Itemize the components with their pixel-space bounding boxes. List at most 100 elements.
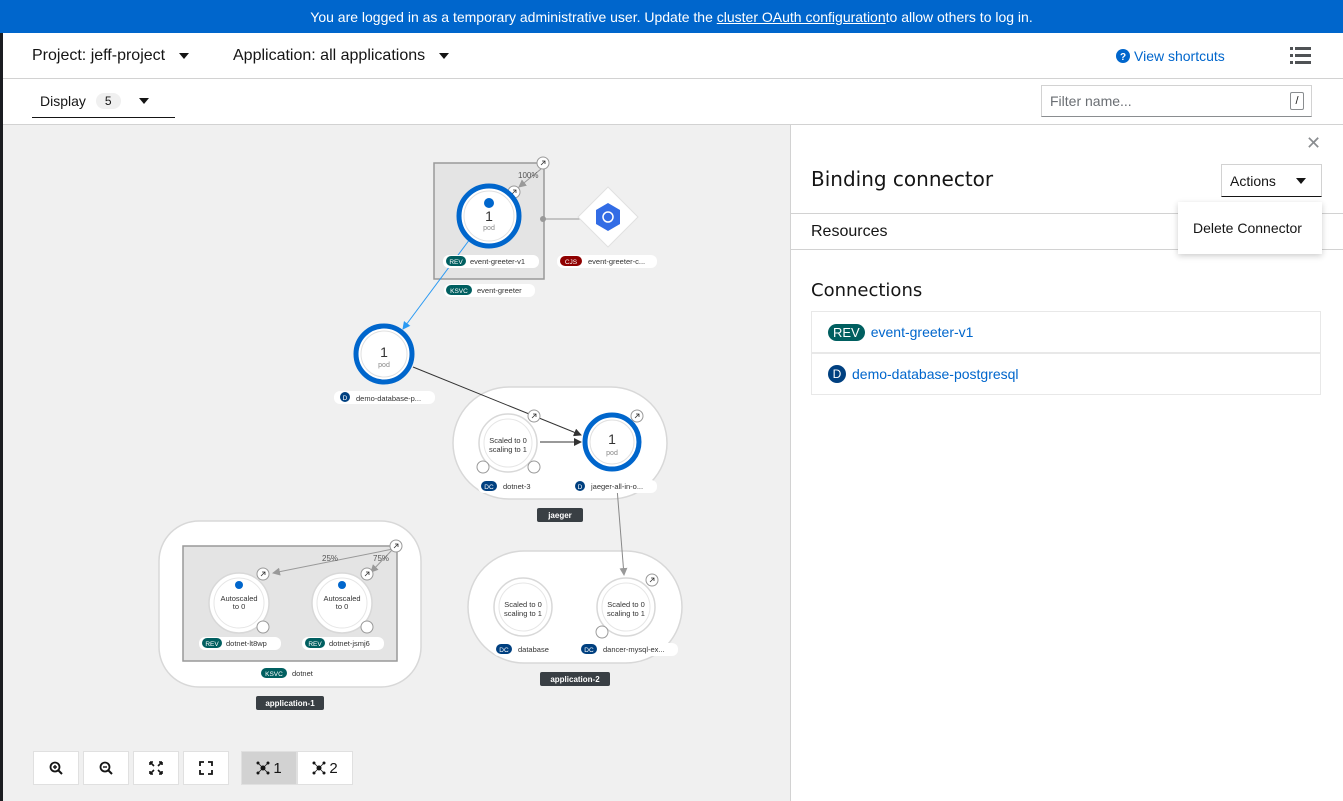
external-link-icon[interactable] [389,539,403,553]
topology-canvas[interactable]: jaeger application-1 application-2 100% … [3,125,790,801]
zoom-out-icon [99,761,113,775]
external-link-icon[interactable] [256,567,270,581]
expand-icon [199,761,213,775]
github-icon[interactable] [360,620,374,634]
greeter-ksvc-name: event-greeter [477,286,522,295]
dotnet3-badge: DC [484,484,494,491]
reset-view-button[interactable] [183,751,229,785]
tab-resources-label: Resources [811,222,888,240]
filter-name-input[interactable]: Filter name... / [1041,85,1312,117]
greeter-rev-name: event-greeter-v1 [470,257,525,266]
dancer-line2: scaling to 1 [607,609,645,618]
filter-placeholder: Filter name... [1050,93,1132,109]
display-label: Display [40,93,86,109]
hourglass-icon [476,460,490,474]
fit-to-screen-button[interactable] [133,751,179,785]
oauth-config-link[interactable]: cluster OAuth configuration [717,9,886,25]
banner-text-before: You are logged in as a temporary adminis… [310,8,713,25]
caret-down-icon [179,52,190,59]
project-label: Project: jeff-project [32,46,166,64]
list-view-icon[interactable] [1290,47,1311,64]
database-name: database [518,645,549,654]
connections-heading: Connections [811,280,923,301]
connection-row: D demo-database-postgresql [811,353,1321,395]
jaeger-badge: D [578,484,583,491]
layout-2-button[interactable]: 2 [297,751,353,785]
banner-text-after: to allow others to log in. [885,8,1033,25]
greeter-pod-count: 1 [485,208,493,224]
layout-1-label: 1 [273,759,282,777]
node-database[interactable]: Scaled to 0 scaling to 1 DC database [493,577,556,656]
greeter-ksvc-badge: KSVC [450,288,468,295]
knative-icon [484,198,494,208]
node-event-greeter-cronjob[interactable]: CJS event-greeter-c... [557,186,657,268]
traffic-label-100: 100% [518,171,538,180]
external-link-icon[interactable] [536,156,550,170]
layout-2-label: 2 [329,759,338,777]
knative-icon [338,581,346,589]
close-icon[interactable]: ✕ [1306,133,1321,154]
zoom-in-button[interactable] [33,751,79,785]
github-icon[interactable] [256,620,270,634]
db-pod-unit: pod [378,362,390,369]
deployment-badge: D [828,365,846,383]
github-icon[interactable] [527,460,541,474]
db-name: demo-database-p... [356,394,421,403]
display-count-badge: 5 [95,93,121,109]
caret-down-icon [1295,177,1306,184]
jaeger-pod-unit: pod [606,450,618,457]
layout-1-button[interactable]: 1 [241,751,297,785]
dotnet-ksvc-name: dotnet [292,669,314,678]
node-demo-database[interactable]: 1 pod D demo-database-p... [334,323,435,404]
help-circle-icon: ? [1116,48,1130,63]
jaeger-name: jaeger-all-in-o... [590,482,643,491]
external-link-icon[interactable] [527,409,541,423]
admin-banner: You are logged in as a temporary adminis… [0,0,1343,33]
project-dropdown[interactable]: Project: jeff-project [32,46,190,65]
database-line2: scaling to 1 [504,609,542,618]
application-dropdown[interactable]: Application: all applications [233,46,450,65]
hourglass-icon [595,625,609,639]
topology-layout-icon [256,761,270,775]
ksvc-dotnet-label[interactable]: KSVC dotnet [258,667,323,680]
connection-link[interactable]: event-greeter-v1 [871,324,974,340]
dotnet3-line2: scaling to 1 [489,445,527,454]
expand-arrows-icon [149,761,163,775]
context-bar: Project: jeff-project Application: all a… [3,33,1343,79]
actions-label: Actions [1230,172,1276,189]
zoom-out-button[interactable] [83,751,129,785]
actions-menu: Delete Connector [1178,202,1322,254]
greeter-pod-unit: pod [483,225,495,232]
db-badge: D [343,395,348,402]
cron-name: event-greeter-c... [588,257,645,266]
dancer-line1: Scaled to 0 [607,600,645,609]
connection-row: REV event-greeter-v1 [811,311,1321,353]
display-dropdown[interactable]: Display 5 [32,85,175,118]
menu-item-delete-connector[interactable]: Delete Connector [1193,220,1302,236]
caret-down-icon [439,52,450,59]
external-link-icon[interactable] [360,567,374,581]
rev-badge: REV [828,323,865,341]
topology-toolbar: Display 5 Filter name... / [3,79,1343,125]
binding-connector-panel: ✕ Binding connector Actions Resources De… [790,125,1343,801]
knative-icon [235,581,243,589]
dancer-name: dancer-mysql-ex... [603,645,665,654]
dancer-badge: DC [584,647,594,654]
connection-link[interactable]: demo-database-postgresql [852,366,1019,382]
cron-badge: CJS [565,259,578,266]
traffic-label-75: 75% [373,554,389,563]
application-label: Application: all applications [233,46,426,64]
group-jaeger-label: jaeger [547,511,572,520]
view-shortcuts-link[interactable]: ? View shortcuts [1116,48,1225,64]
group-application-1[interactable]: application-1 [158,520,422,710]
dotnet3-line1: Scaled to 0 [489,436,527,445]
panel-title: Binding connector [811,167,994,191]
rev2-line2: to 0 [336,602,349,611]
filter-shortcut-hint: / [1290,92,1304,110]
actions-dropdown[interactable]: Actions [1221,164,1322,197]
external-link-icon[interactable] [630,409,644,423]
external-link-icon[interactable] [645,573,659,587]
greeter-rev-badge: REV [449,259,463,266]
topology-layout-icon [312,761,326,775]
ksvc-event-greeter-label[interactable]: KSVC event-greeter [444,284,535,297]
